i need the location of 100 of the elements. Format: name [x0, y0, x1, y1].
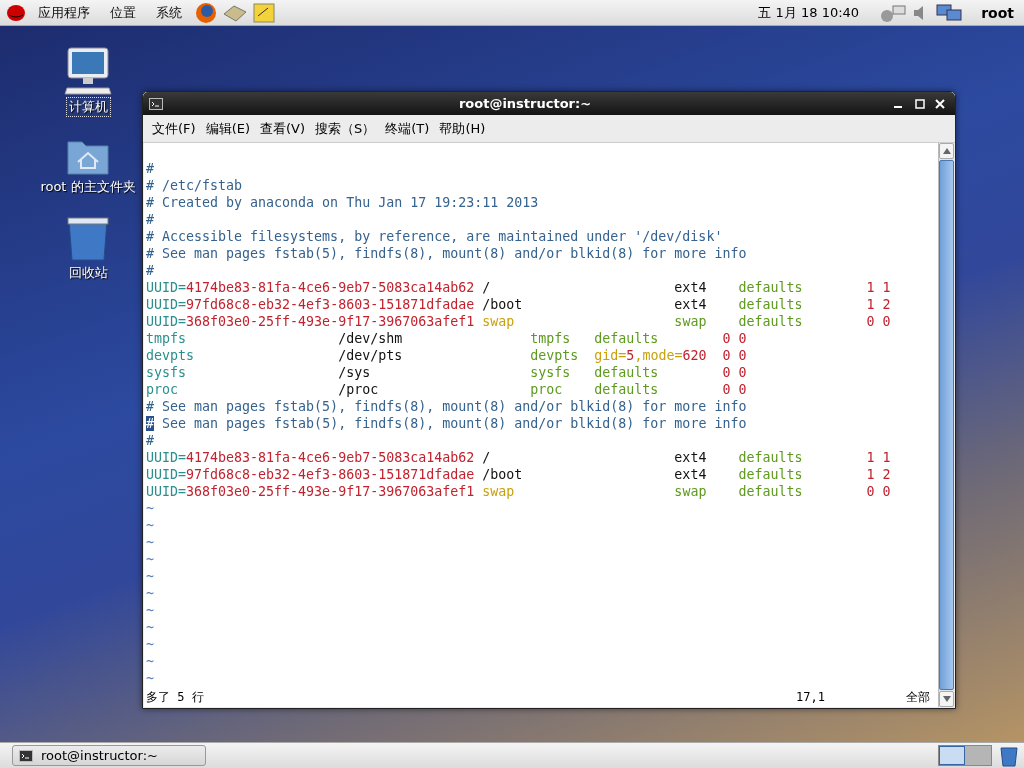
code-text: 0 0	[721, 382, 747, 397]
code-text: UUID=	[146, 314, 187, 329]
terminal-icon	[149, 97, 163, 110]
code-text: 0 0	[721, 331, 747, 346]
code-text: # /etc/fstab	[146, 178, 243, 193]
code-text: # Created by anaconda on Thu Jan 17 19:23:11 2013	[146, 195, 539, 210]
code-text: / ext4	[481, 450, 707, 465]
code-text: defaults	[737, 297, 803, 312]
code-text: See man pages fstab(5), findfs(8), mount(8) and/or blkid(8) for more info	[161, 416, 747, 431]
cursor-position: 17,1	[796, 688, 826, 706]
code-text: tmpfs defaults	[529, 331, 659, 346]
code-text: 4174be83-81fa-4ce6-9eb7-5083ca14ab62	[186, 450, 475, 465]
code-text: swap defaults	[673, 484, 803, 499]
code-text: UUID=	[146, 280, 187, 295]
clock[interactable]: 五 1月 18 10:40	[742, 3, 876, 22]
empty-line-marker: ~	[146, 620, 154, 635]
code-text: ,mode=	[634, 348, 683, 363]
code-text: 5	[626, 348, 635, 363]
scroll-up-icon[interactable]	[942, 148, 951, 154]
code-text: UUID=	[146, 450, 187, 465]
desktop-icon-label[interactable]: 回收站	[66, 264, 110, 282]
code-text: /boot ext4	[481, 297, 707, 312]
code-text: UUID=	[146, 484, 187, 499]
code-text: swap	[481, 314, 515, 329]
code-text: #	[146, 212, 154, 227]
code-text: # Accessible filesystems, by reference, are maintained under '/dev/disk'	[146, 229, 723, 244]
status-message: 多了 5 行	[146, 689, 204, 704]
panel-menu[interactable]: 系统	[148, 3, 190, 22]
code-text: /proc	[337, 382, 379, 397]
code-text: proc defaults	[529, 382, 659, 397]
code-text: UUID=	[146, 467, 187, 482]
trash-icon[interactable]	[998, 744, 1020, 767]
code-text: 97fd68c8-eb32-4ef3-8603-151871dfadae	[186, 467, 475, 482]
code-text: tmpfs	[146, 331, 187, 346]
code-text: /boot ext4	[481, 467, 707, 482]
empty-line-marker: ~	[146, 603, 154, 618]
menu-item[interactable]: 帮助(H)	[434, 119, 491, 138]
code-text: defaults	[737, 450, 803, 465]
terminal-icon	[19, 749, 33, 762]
code-text: 1 1	[865, 450, 891, 465]
empty-line-marker: ~	[146, 501, 154, 516]
scroll-scope: 全部	[906, 688, 930, 706]
browser-icon[interactable]	[194, 1, 218, 24]
code-text: gid=	[593, 348, 627, 363]
code-text: 620 0 0	[682, 348, 747, 363]
menu-item[interactable]: 查看(V)	[255, 119, 311, 138]
code-text: 368f03e0-25ff-493e-9f17-3967063afef1	[186, 314, 475, 329]
empty-line-marker: ~	[146, 569, 154, 584]
panel-menu[interactable]: 应用程序	[30, 3, 98, 22]
code-text: 0 0	[721, 365, 747, 380]
text-cursor: #	[146, 416, 154, 431]
code-text: 4174be83-81fa-4ce6-9eb7-5083ca14ab62	[186, 280, 475, 295]
code-text: UUID=	[146, 297, 187, 312]
workspace-switcher-cell[interactable]	[965, 746, 991, 765]
maximize-icon[interactable]	[915, 98, 925, 109]
window-title: root@instructor:~	[457, 96, 593, 111]
code-text: sysfs defaults	[529, 365, 659, 380]
scroll-down-icon[interactable]	[942, 696, 951, 702]
menu-item[interactable]: 终端(T)	[380, 119, 435, 138]
computer-icon	[63, 46, 113, 96]
code-text: 368f03e0-25ff-493e-9f17-3967063afef1	[186, 484, 475, 499]
code-text: #	[146, 433, 154, 448]
code-text: /dev/shm	[337, 331, 403, 346]
code-text: sysfs	[146, 365, 187, 380]
code-text: 97fd68c8-eb32-4ef3-8603-151871dfadae	[186, 297, 475, 312]
empty-line-marker: ~	[146, 637, 154, 652]
code-text: defaults	[737, 467, 803, 482]
empty-line-marker: ~	[146, 586, 154, 601]
network-icon[interactable]	[879, 2, 908, 23]
empty-line-marker: ~	[146, 671, 154, 686]
code-text: proc	[146, 382, 179, 397]
task-button[interactable]: root@instructor:~	[12, 745, 206, 766]
code-text: devpts	[146, 348, 195, 363]
menu-item[interactable]: 文件(F)	[147, 119, 201, 138]
code-text: 1 2	[865, 297, 891, 312]
code-text: #	[146, 263, 154, 278]
code-text: # See man pages fstab(5), findfs(8), mount(8) and/or blkid(8) for more info	[146, 246, 747, 261]
code-text: /dev/pts	[337, 348, 403, 363]
empty-line-marker: ~	[146, 654, 154, 669]
close-icon[interactable]	[935, 98, 945, 109]
code-text: #	[146, 161, 154, 176]
code-text: defaults	[737, 280, 803, 295]
workspace-switcher-cell[interactable]	[939, 746, 965, 765]
code-text: # See man pages fstab(5), findfs(8), mount(8) and/or blkid(8) for more info	[146, 399, 747, 414]
code-text: 1 2	[865, 467, 891, 482]
notepad-icon[interactable]	[252, 1, 276, 24]
menu-item[interactable]: 编辑(E)	[200, 119, 255, 138]
code-text: devpts	[529, 348, 579, 363]
code-text: 1 1	[865, 280, 891, 295]
user-name[interactable]: root	[967, 4, 1018, 21]
empty-line-marker: ~	[146, 518, 154, 533]
menu-item[interactable]: 搜索（S）	[310, 119, 381, 138]
code-text: 0 0	[865, 314, 891, 329]
desktop-icon-label[interactable]: 计算机	[66, 98, 110, 116]
code-text: swap	[481, 484, 515, 499]
code-text: swap defaults	[673, 314, 803, 329]
code-text: / ext4	[481, 280, 707, 295]
desktop-icon-label[interactable]: root 的主文件夹	[38, 178, 138, 196]
panel-menu[interactable]: 位置	[102, 3, 144, 22]
monitors-icon[interactable]	[935, 2, 964, 23]
